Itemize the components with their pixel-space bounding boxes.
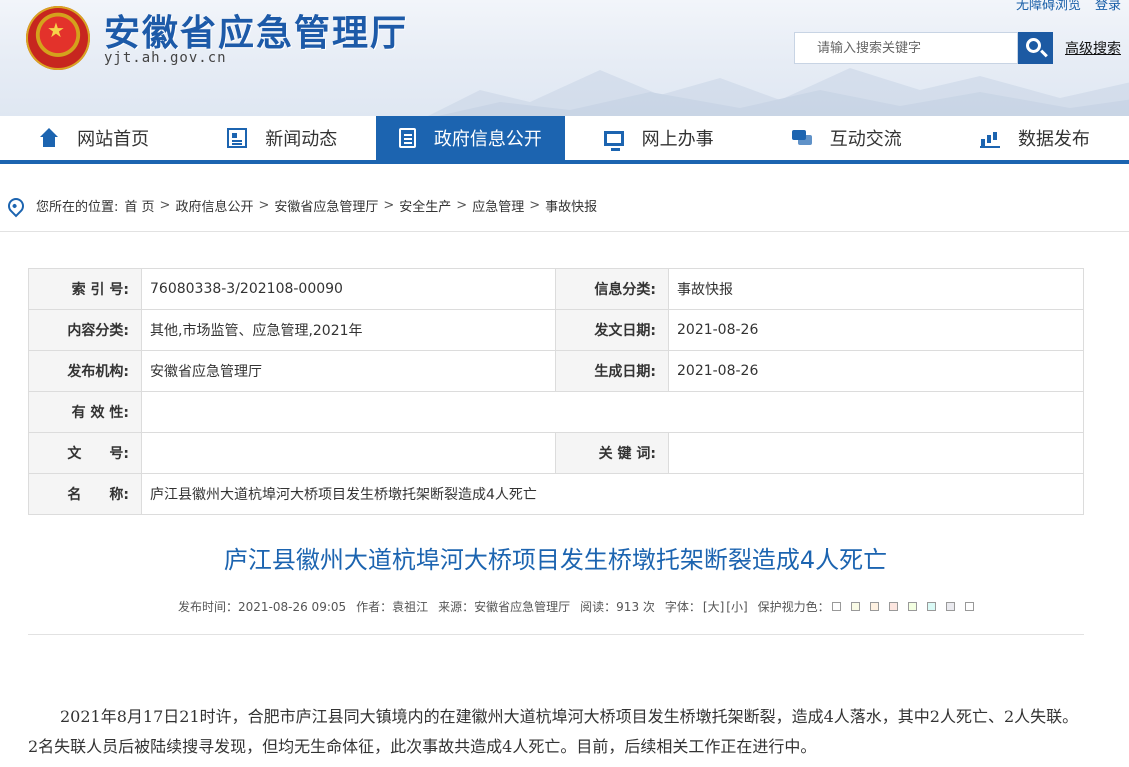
- chat-icon: [791, 128, 812, 148]
- eye-care-color-swatch[interactable]: [926, 602, 936, 611]
- validity-value: [141, 391, 1084, 433]
- site-title[interactable]: 安徽省应急管理厅: [104, 4, 408, 56]
- article-body: 2021年8月17日21时许，合肥市庐江县同大镇境内的在建徽州大道杭埠河大桥项目…: [28, 707, 1079, 756]
- location-pin-icon: [4, 194, 28, 217]
- nav-item-label: 网站首页: [77, 129, 150, 150]
- breadcrumb-separator: >: [383, 198, 395, 213]
- eye-care-color-swatch[interactable]: [907, 602, 917, 611]
- breadcrumb-item-safety[interactable]: 安全生产: [399, 196, 451, 215]
- view-count: 阅读：913 次: [580, 600, 655, 614]
- keywords-value: [668, 432, 1084, 474]
- nav-item-data-release[interactable]: 数据发布: [941, 116, 1129, 160]
- content-value: 其他,市场监管、应急管理,2021年: [141, 309, 556, 351]
- issue-date-label: 发文日期:: [555, 309, 669, 351]
- top-links: 无障碍浏览 登录: [1016, 0, 1121, 13]
- keywords-label: 关 键 词:: [555, 432, 669, 474]
- nav-item-online-service[interactable]: 网上办事: [565, 116, 753, 160]
- eye-care-label: 保护视力色：: [757, 600, 830, 614]
- table-row: 有 效 性:: [28, 391, 1084, 433]
- search-bar: 高级搜索: [794, 32, 1121, 64]
- site-header: 无障碍浏览 登录 ★ 安徽省应急管理厅 yjt.ah.gov.cn 高级搜索: [0, 0, 1129, 116]
- accessibility-link[interactable]: 无障碍浏览: [1016, 0, 1081, 13]
- author: 作者：袁祖江: [356, 600, 429, 614]
- publish-time: 发布时间：2021-08-26 09:05: [178, 600, 347, 614]
- name-value: 庐江县徽州大道杭埠河大桥项目发生桥墩托架断裂造成4人死亡: [141, 473, 1084, 515]
- eye-care-color-swatch[interactable]: [850, 602, 860, 611]
- category-value: 事故快报: [668, 268, 1084, 310]
- publisher-label: 发布机构:: [28, 350, 142, 392]
- validity-label: 有 效 性:: [28, 391, 142, 433]
- doc-number-label: 文 号:: [28, 432, 142, 474]
- nav-item-label: 新闻动态: [265, 129, 338, 150]
- breadcrumb-item-accident-report[interactable]: 事故快报: [545, 196, 597, 215]
- content-label: 内容分类:: [28, 309, 142, 351]
- nav-item-home[interactable]: 网站首页: [0, 116, 188, 160]
- divider: [28, 634, 1084, 635]
- breadcrumb-separator: >: [159, 198, 171, 213]
- breadcrumb-item-gov-info[interactable]: 政府信息公开: [175, 196, 253, 215]
- eye-care-color-swatch[interactable]: [831, 602, 841, 611]
- nav-item-label: 网上办事: [641, 129, 714, 150]
- nav-item-label: 数据发布: [1017, 129, 1090, 150]
- issue-date-value: 2021-08-26: [668, 309, 1084, 351]
- nav-item-label: 互动交流: [829, 129, 902, 150]
- search-button[interactable]: [1018, 32, 1053, 64]
- article-title: 庐江县徽州大道杭埠河大桥项目发生桥墩托架断裂造成4人死亡: [223, 546, 888, 574]
- eye-care-color-swatch[interactable]: [888, 602, 898, 611]
- news-icon: [227, 128, 248, 148]
- breadcrumb-separator: >: [258, 198, 270, 213]
- font-large-button[interactable]: [大]: [703, 598, 724, 615]
- search-icon: [1026, 38, 1041, 53]
- table-row: 内容分类: 其他,市场监管、应急管理,2021年 发文日期: 2021-08-2…: [28, 309, 1084, 351]
- table-row: 索 引 号: 76080338-3/202108-00090 信息分类: 事故快…: [28, 268, 1084, 310]
- source: 来源：安徽省应急管理厅: [438, 600, 571, 614]
- category-label: 信息分类:: [555, 268, 669, 310]
- national-emblem-icon: ★: [26, 6, 90, 70]
- publisher-value: 安徽省应急管理厅: [141, 350, 556, 392]
- login-link[interactable]: 登录: [1095, 0, 1121, 13]
- breadcrumb: 您所在的位置: 首 页 > 政府信息公开 > 安徽省应急管理厅 > 安全生产 >…: [0, 180, 1129, 232]
- breadcrumb-separator: >: [456, 198, 468, 213]
- index-value: 76080338-3/202108-00090: [141, 268, 556, 310]
- table-row: 发布机构: 安徽省应急管理厅 生成日期: 2021-08-26: [28, 350, 1084, 392]
- eye-care-color-swatch[interactable]: [869, 602, 879, 611]
- breadcrumb-item-emergency[interactable]: 应急管理: [472, 196, 524, 215]
- nav-item-interaction[interactable]: 互动交流: [753, 116, 941, 160]
- chart-icon: [979, 128, 1000, 148]
- site-domain: yjt.ah.gov.cn: [104, 50, 227, 66]
- breadcrumb-item-home[interactable]: 首 页: [124, 196, 154, 215]
- document-icon: [398, 128, 416, 148]
- breadcrumb-prefix: 您所在的位置:: [36, 200, 119, 215]
- monitor-icon: [603, 130, 624, 151]
- breadcrumb-item-department[interactable]: 安徽省应急管理厅: [274, 196, 378, 215]
- eye-care-color-swatch[interactable]: [945, 602, 955, 611]
- main-nav: 网站首页 新闻动态 政府信息公开 网上办事 互动交流 数据发布: [0, 116, 1129, 164]
- font-size-label: 字体：: [664, 600, 701, 614]
- font-small-button[interactable]: [小]: [726, 598, 747, 615]
- doc-number-value: [141, 432, 556, 474]
- breadcrumb-separator: >: [529, 198, 541, 213]
- created-date-value: 2021-08-26: [668, 350, 1084, 392]
- info-table: 索 引 号: 76080338-3/202108-00090 信息分类: 事故快…: [28, 268, 1084, 515]
- table-row: 文 号: 关 键 词:: [28, 432, 1084, 474]
- nav-item-label: 政府信息公开: [433, 129, 542, 150]
- index-label: 索 引 号:: [28, 268, 142, 310]
- created-date-label: 生成日期:: [555, 350, 669, 392]
- home-icon: [39, 128, 59, 148]
- name-label: 名 称:: [28, 473, 142, 515]
- nav-item-news[interactable]: 新闻动态: [188, 116, 376, 160]
- search-input[interactable]: [794, 32, 1018, 64]
- eye-care-color-swatch[interactable]: [964, 602, 974, 611]
- article-meta: 发布时间：2021-08-26 09:05 作者：袁祖江 来源：安徽省应急管理厅…: [178, 598, 984, 615]
- nav-item-gov-info[interactable]: 政府信息公开: [376, 116, 565, 160]
- table-row: 名 称: 庐江县徽州大道杭埠河大桥项目发生桥墩托架断裂造成4人死亡: [28, 473, 1084, 515]
- advanced-search-link[interactable]: 高级搜索: [1065, 38, 1121, 58]
